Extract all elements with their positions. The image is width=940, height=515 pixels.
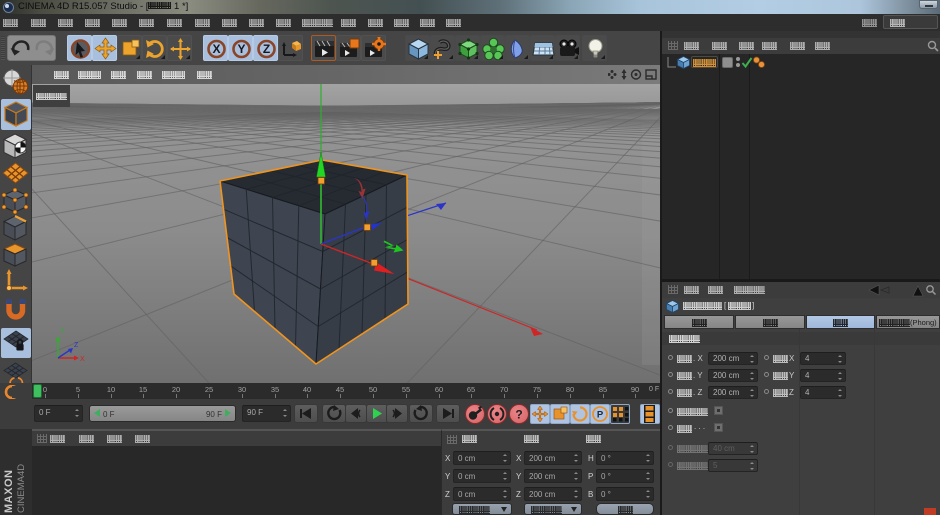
svg-text:Y: Y	[60, 328, 65, 335]
svg-text:?: ?	[515, 408, 522, 422]
svg-text:Z: Z	[263, 42, 270, 56]
svg-text:X: X	[212, 42, 220, 56]
svg-text:Z: Z	[74, 342, 79, 349]
svg-text:P: P	[597, 410, 604, 421]
svg-text:X: X	[80, 356, 85, 363]
svg-text:Y: Y	[237, 42, 245, 56]
